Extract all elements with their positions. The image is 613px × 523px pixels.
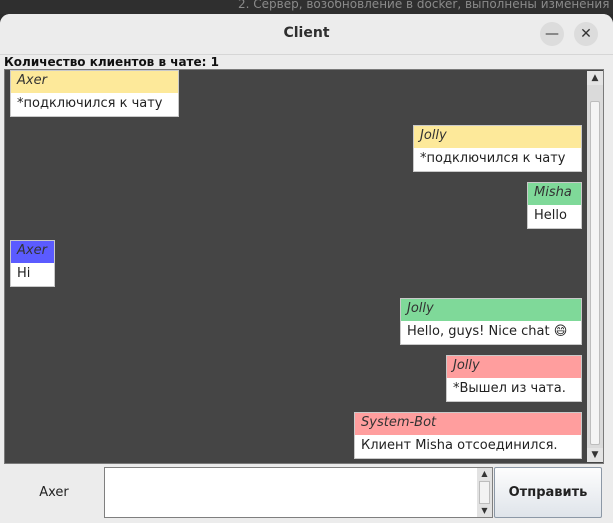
message-sender: Misha: [528, 183, 581, 205]
message-bubble: Axer *подключился к чату: [10, 70, 179, 117]
background-text: 2. Сервер, возобновление в docker, выпол…: [238, 0, 610, 11]
clients-count-label: Количество клиентов в чате: 1: [4, 55, 219, 69]
message-text: Клиент Misha отсоединился.: [355, 435, 581, 458]
client-window: Client — ✕ Количество клиентов в чате: 1…: [0, 14, 613, 523]
message-sender: Jolly: [401, 299, 581, 321]
minimize-button[interactable]: —: [540, 22, 564, 46]
close-icon: ✕: [580, 26, 592, 42]
message-text: Hello: [528, 205, 581, 228]
scroll-down-arrow-icon[interactable]: ▼: [587, 448, 603, 462]
scroll-up-arrow-icon[interactable]: ▲: [477, 468, 492, 480]
message-text: *подключился к чату: [414, 148, 581, 171]
message-bubble: Jolly *Вышел из чата.: [446, 355, 582, 402]
message-text: Hello, guys! Nice chat 😄: [401, 321, 581, 344]
send-button[interactable]: Отправить: [494, 467, 602, 518]
message-text: *подключился к чату: [11, 93, 178, 116]
message-text: *Вышел из чата.: [447, 378, 581, 401]
message-bubble: System-Bot Клиент Misha отсоединился.: [354, 412, 582, 459]
message-input[interactable]: [105, 468, 481, 521]
message-text: Hi: [11, 263, 54, 286]
composer-bar: Axer ▲ ▼ Отправить: [4, 466, 604, 521]
message-sender: Axer: [11, 71, 178, 93]
input-scrollbar[interactable]: ▲ ▼: [477, 468, 492, 517]
message-sender: Axer: [11, 241, 54, 263]
background-window-strip: 2. Сервер, возобновление в docker, выпол…: [0, 0, 613, 14]
chat-messages-area[interactable]: Axer *подключился к чату Jolly *подключи…: [4, 69, 604, 464]
scroll-up-arrow-icon[interactable]: ▲: [587, 71, 603, 85]
chat-scrollbar[interactable]: ▲ ▼: [587, 71, 603, 462]
minimize-icon: —: [545, 26, 559, 42]
message-bubble: Misha Hello: [527, 182, 582, 229]
close-button[interactable]: ✕: [574, 22, 598, 46]
message-bubble: Jolly Hello, guys! Nice chat 😄: [400, 298, 582, 345]
message-sender: Jolly: [414, 126, 581, 148]
current-user-name: Axer: [39, 485, 69, 500]
scrollbar-thumb[interactable]: [590, 101, 600, 445]
message-sender: Jolly: [447, 356, 581, 378]
scrollbar-thumb[interactable]: [479, 481, 490, 504]
scroll-down-arrow-icon[interactable]: ▼: [477, 505, 492, 517]
message-bubble: Jolly *подключился к чату: [413, 125, 582, 172]
message-bubble: Axer Hi: [10, 240, 55, 287]
window-title: Client: [283, 25, 330, 41]
message-input-box[interactable]: ▲ ▼: [104, 467, 493, 521]
message-sender: System-Bot: [355, 413, 581, 435]
title-bar[interactable]: Client — ✕: [0, 14, 613, 55]
